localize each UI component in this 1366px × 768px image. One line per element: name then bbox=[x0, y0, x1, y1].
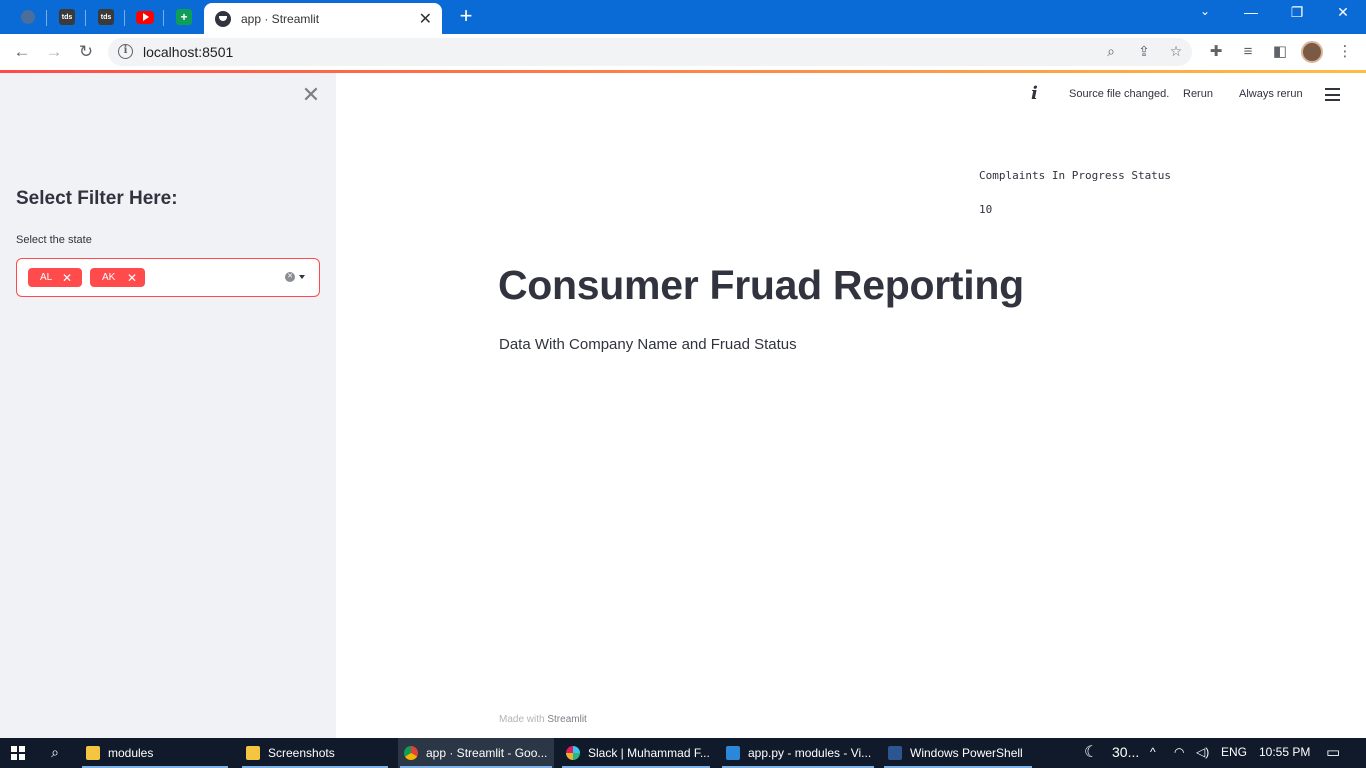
reload-icon[interactable]: ↻ bbox=[74, 41, 98, 63]
powershell-icon bbox=[888, 746, 902, 760]
extensions-icon[interactable]: ✚ bbox=[1206, 42, 1226, 62]
state-multiselect[interactable]: AL ✕ AK ✕ ✕ bbox=[16, 258, 320, 297]
sidebar: ✕ Select Filter Here: Select the state A… bbox=[0, 73, 336, 738]
pinned-tab-2[interactable]: tds bbox=[48, 4, 86, 30]
globe-icon bbox=[21, 10, 35, 24]
active-tab-title: app · Streamlit bbox=[241, 11, 320, 26]
dropdown-arrow-icon[interactable] bbox=[299, 275, 305, 279]
taskbar-app-label: Screenshots bbox=[268, 746, 335, 760]
rerun-button[interactable]: Rerun bbox=[1183, 88, 1213, 100]
clear-all-icon[interactable]: ✕ bbox=[285, 272, 295, 282]
restore-icon[interactable]: ❐ bbox=[1282, 4, 1312, 21]
weather-text[interactable]: 30... bbox=[1112, 744, 1139, 760]
pinned-tab-5[interactable]: + bbox=[165, 4, 203, 30]
folder-icon bbox=[86, 746, 100, 760]
browser-menu-icon[interactable]: ⋮ bbox=[1335, 42, 1355, 62]
side-panel-icon[interactable]: ◧ bbox=[1270, 42, 1290, 62]
taskbar-app-vscode[interactable]: app.py - modules - Vi... bbox=[720, 738, 876, 768]
taskbar-app-screenshots[interactable]: Screenshots bbox=[240, 738, 390, 768]
new-tab-button[interactable]: + bbox=[455, 5, 477, 27]
browser-tab-strip: tds tds + app · Streamlit ✕ + ⌄ — ❐ ✕ bbox=[0, 0, 1366, 34]
page-subtitle: Data With Company Name and Fruad Status bbox=[499, 336, 797, 353]
weather-moon-icon[interactable]: ☾ bbox=[1084, 742, 1098, 762]
address-bar[interactable]: i localhost:8501 ⌕ ⇪ ☆ bbox=[108, 38, 1192, 66]
browser-toolbar: ← → ↻ i localhost:8501 ⌕ ⇪ ☆ ✚ ≡ ◧ ⋮ bbox=[0, 34, 1366, 70]
always-rerun-button[interactable]: Always rerun bbox=[1239, 88, 1303, 100]
taskbar-app-label: app · Streamlit - Goo... bbox=[426, 746, 548, 760]
main-menu-icon[interactable] bbox=[1325, 88, 1340, 101]
taskbar-app-chrome[interactable]: app · Streamlit - Goo... bbox=[398, 738, 554, 768]
state-chip: AL ✕ bbox=[28, 268, 82, 287]
chrome-icon bbox=[404, 746, 418, 760]
vscode-icon bbox=[726, 746, 740, 760]
clock[interactable]: 10:55 PM bbox=[1259, 745, 1310, 759]
taskbar-app-label: app.py - modules - Vi... bbox=[748, 746, 872, 760]
profile-avatar[interactable] bbox=[1301, 41, 1323, 63]
taskbar-app-label: Slack | Muhammad F... bbox=[588, 746, 710, 760]
footer: Made with Streamlit bbox=[499, 714, 587, 725]
streamlit-logo-icon bbox=[215, 10, 231, 27]
slack-icon bbox=[566, 746, 580, 760]
windows-taskbar: ⌕ modules Screenshots app · Streamlit - … bbox=[0, 738, 1366, 768]
state-filter-label: Select the state bbox=[16, 234, 92, 246]
zoom-icon[interactable]: ⌕ bbox=[1102, 43, 1120, 61]
folder-icon bbox=[246, 746, 260, 760]
pinned-tab-1[interactable] bbox=[9, 4, 47, 30]
tray-chevron-icon[interactable]: ^ bbox=[1150, 745, 1156, 759]
kpi-label: Complaints In Progress Status bbox=[979, 169, 1172, 182]
sidebar-header: Select Filter Here: bbox=[16, 188, 178, 209]
taskbar-app-modules[interactable]: modules bbox=[80, 738, 230, 768]
notifications-icon[interactable]: ▭ bbox=[1326, 743, 1340, 761]
state-chip-label: AL bbox=[40, 272, 53, 283]
footer-made-with: Made with bbox=[499, 714, 545, 725]
bookmark-star-icon[interactable]: ☆ bbox=[1167, 43, 1185, 61]
info-icon: i bbox=[1031, 83, 1038, 104]
tab-search-chevron-icon[interactable]: ⌄ bbox=[1190, 4, 1220, 18]
pinned-tab-4[interactable] bbox=[126, 4, 164, 30]
source-changed-message: Source file changed. bbox=[1069, 88, 1170, 100]
taskbar-app-label: Windows PowerShell bbox=[910, 746, 1023, 760]
green-plus-icon: + bbox=[176, 9, 192, 25]
tds-icon: tds bbox=[98, 9, 114, 25]
state-chip: AK ✕ bbox=[90, 268, 145, 287]
close-sidebar-icon[interactable]: ✕ bbox=[301, 84, 321, 106]
page-title: Consumer Fruad Reporting bbox=[498, 262, 1024, 308]
media-controls-icon[interactable]: ≡ bbox=[1238, 42, 1258, 62]
wifi-icon[interactable]: ◠ bbox=[1174, 745, 1184, 759]
state-chip-label: AK bbox=[102, 272, 116, 283]
taskbar-app-slack[interactable]: Slack | Muhammad F... bbox=[560, 738, 712, 768]
tds-icon: tds bbox=[59, 9, 75, 25]
close-tab-icon[interactable]: ✕ bbox=[419, 9, 432, 29]
footer-streamlit-link[interactable]: Streamlit bbox=[547, 714, 586, 725]
minimize-icon[interactable]: — bbox=[1236, 4, 1266, 20]
kpi-value: 10 bbox=[979, 203, 993, 216]
taskbar-app-label: modules bbox=[108, 746, 154, 760]
volume-icon[interactable]: ◁) bbox=[1196, 745, 1209, 759]
active-tab[interactable]: app · Streamlit ✕ bbox=[204, 3, 442, 34]
remove-chip-icon[interactable]: ✕ bbox=[127, 271, 137, 285]
remove-chip-icon[interactable]: ✕ bbox=[62, 271, 72, 285]
windows-start-icon[interactable] bbox=[11, 746, 25, 760]
back-arrow-icon[interactable]: ← bbox=[10, 41, 34, 63]
share-icon[interactable]: ⇪ bbox=[1135, 43, 1153, 61]
youtube-icon bbox=[136, 10, 154, 24]
pinned-tab-3[interactable]: tds bbox=[87, 4, 125, 30]
taskbar-app-powershell[interactable]: Windows PowerShell bbox=[882, 738, 1034, 768]
site-info-icon[interactable]: i bbox=[118, 44, 133, 59]
language-indicator[interactable]: ENG bbox=[1221, 745, 1247, 759]
search-icon[interactable]: ⌕ bbox=[46, 744, 64, 762]
url-text[interactable]: localhost:8501 bbox=[143, 44, 233, 60]
close-window-icon[interactable]: ✕ bbox=[1328, 4, 1358, 21]
forward-arrow-icon[interactable]: → bbox=[42, 41, 66, 63]
